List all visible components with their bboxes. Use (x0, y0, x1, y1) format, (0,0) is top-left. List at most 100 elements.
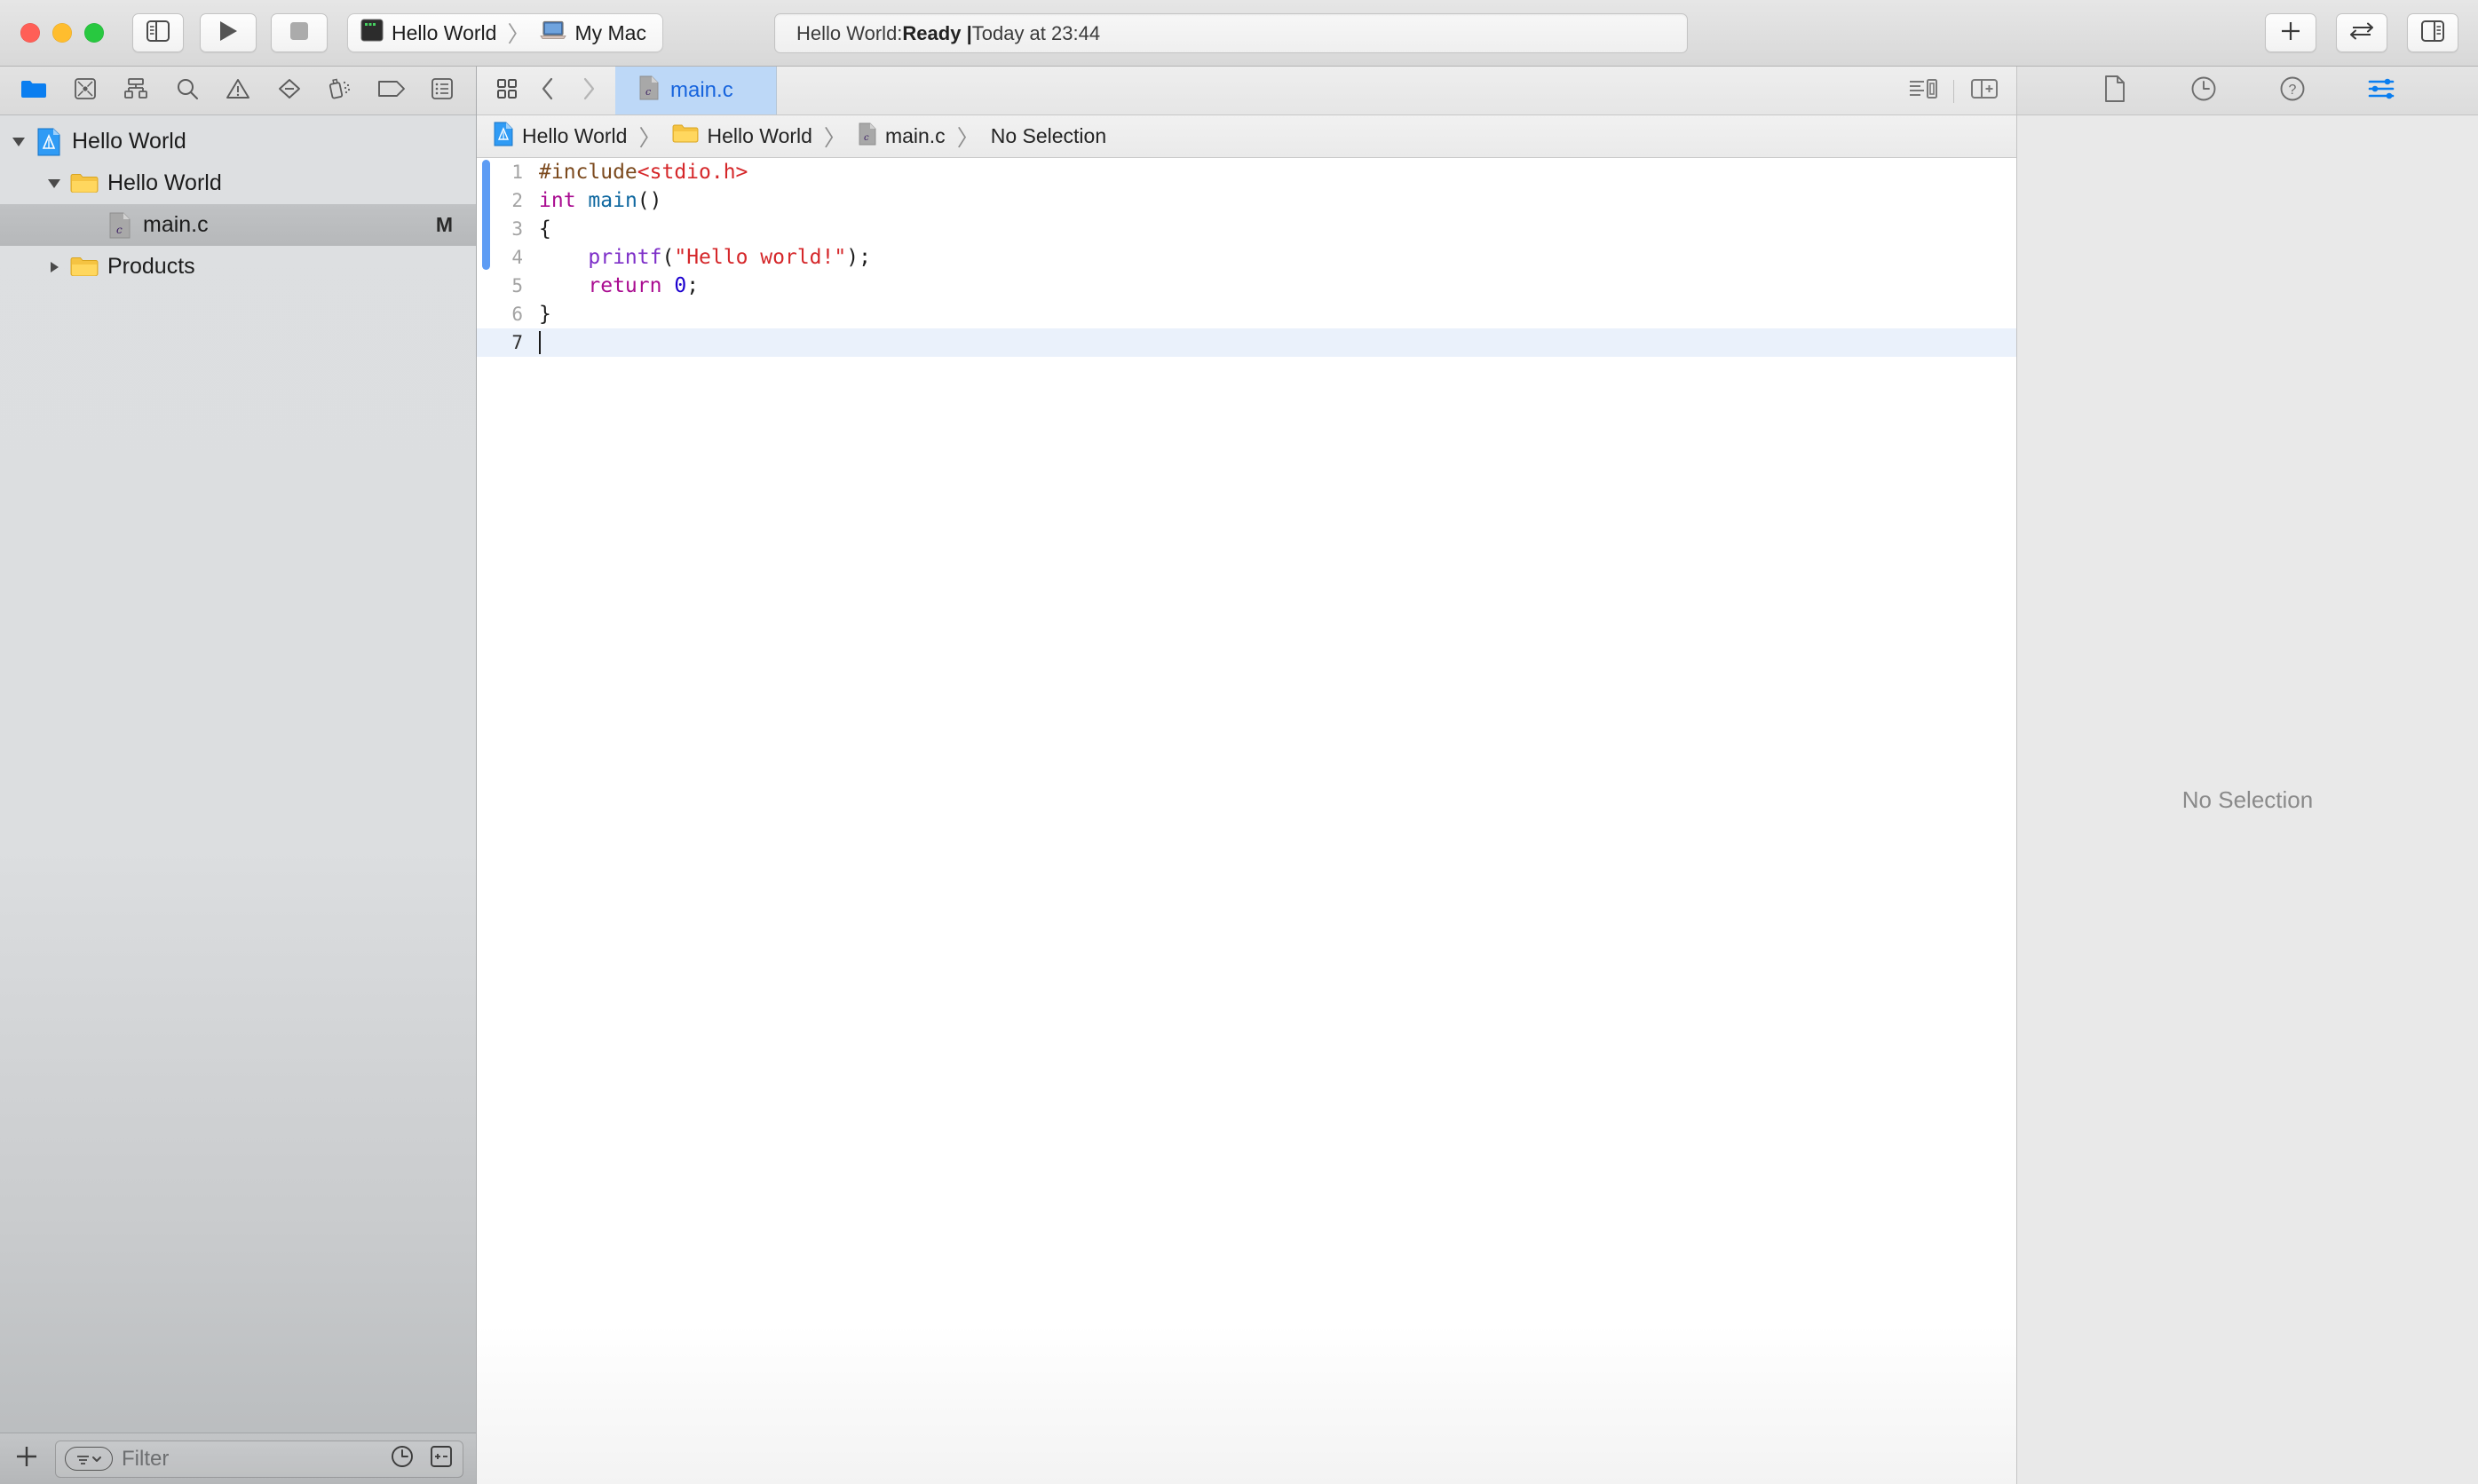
scheme-separator: 〉 (507, 22, 530, 47)
disclosure-triangle[interactable] (43, 261, 66, 272)
run-button[interactable] (200, 13, 257, 52)
help-inspector-tab[interactable]: ? (2273, 72, 2312, 109)
navigator-tab-project[interactable] (14, 73, 53, 108)
disclosure-triangle[interactable] (7, 137, 30, 146)
toolbar-divider (1953, 79, 1954, 103)
text-caret (539, 331, 541, 354)
code-text: printf("Hello world!"); (588, 246, 871, 269)
navigator-footer: Filter (0, 1433, 476, 1484)
hierarchy-icon (123, 77, 148, 105)
code-text: #include<stdio.h> (539, 161, 748, 184)
navigator-tab-issue[interactable] (218, 73, 257, 108)
inspector-panel: ? No Selection (2016, 67, 2478, 1484)
breadcrumb-item-selection[interactable]: No Selection (991, 124, 1106, 148)
forward-button[interactable] (571, 73, 606, 108)
navigator-tab-report[interactable] (423, 73, 462, 108)
back-button[interactable] (530, 73, 566, 108)
destination-name: My Mac (574, 20, 646, 44)
tree-row-label: Products (107, 254, 195, 279)
swap-editors-button[interactable] (2336, 13, 2387, 52)
folder-icon (69, 256, 99, 279)
editor-tab-tools (477, 67, 615, 114)
code-text (539, 331, 541, 354)
window-body: Hello World Hello World c main.c M Produ… (0, 67, 2478, 1484)
code-line[interactable]: 2 int main() (477, 186, 2016, 215)
stop-icon (289, 21, 309, 45)
toolbar-right-group (2265, 13, 2458, 52)
file-inspector-tab[interactable] (2095, 72, 2134, 109)
add-editor-icon (1970, 77, 1999, 105)
report-list-icon (431, 77, 454, 105)
filter-input[interactable]: Filter (55, 1440, 463, 1478)
navigator-tab-find[interactable] (168, 73, 207, 108)
folder-icon (672, 123, 699, 150)
svg-text:c: c (864, 133, 869, 143)
breadcrumb-separator: 〉 (823, 125, 846, 151)
svg-text:?: ? (2288, 83, 2296, 98)
plus-icon (14, 1444, 39, 1473)
add-editor-button[interactable] (1967, 74, 2002, 109)
source-control-changes-icon[interactable] (429, 1444, 454, 1473)
swap-arrows-icon (2347, 20, 2376, 47)
chevron-left-icon (539, 76, 557, 106)
line-number: 5 (511, 275, 523, 296)
line-number: 3 (511, 218, 523, 240)
code-line[interactable]: 7 (477, 328, 2016, 357)
code-text: return 0; (588, 274, 700, 297)
xcode-project-icon (493, 122, 514, 152)
code-line[interactable]: 1 #include<stdio.h> (477, 158, 2016, 186)
add-button[interactable] (2265, 13, 2316, 52)
sidebar-right-icon (2421, 20, 2444, 46)
navigator-toggle-button[interactable] (132, 13, 184, 52)
history-inspector-tab[interactable] (2184, 72, 2223, 109)
breadcrumb-separator: 〉 (956, 125, 979, 151)
add-file-button[interactable] (9, 1441, 44, 1477)
code-line[interactable]: 3{ (477, 215, 2016, 243)
disclosure-triangle[interactable] (43, 178, 66, 188)
breadcrumb: Hello World 〉 Hello World 〉 c main.c 〉 N… (477, 115, 2016, 158)
related-items-button[interactable] (489, 73, 525, 108)
inspector-tab-bar: ? (2017, 67, 2478, 115)
tree-row-file-mainc[interactable]: c main.c M (0, 204, 476, 246)
tree-row-label: Hello World (107, 170, 222, 195)
breadcrumb-item-group[interactable]: Hello World (672, 123, 812, 150)
filter-options-icon[interactable] (65, 1447, 113, 1471)
code-editor[interactable]: 1 #include<stdio.h> 2 int main() 3{4 printf(… (477, 158, 2016, 1484)
navigator-tab-source-control[interactable] (66, 73, 105, 108)
inspector-toggle-button[interactable] (2407, 13, 2458, 52)
zoom-button[interactable] (84, 23, 104, 43)
recent-files-icon[interactable] (390, 1444, 415, 1473)
play-icon (218, 20, 239, 47)
line-number: 6 (511, 304, 523, 325)
tree-row-project[interactable]: Hello World (0, 121, 476, 162)
stop-button[interactable] (271, 13, 328, 52)
spray-can-icon (327, 77, 353, 105)
navigator-tab-debug[interactable] (321, 73, 360, 108)
c-file-icon: c (105, 212, 135, 239)
editor-tab-mainc[interactable]: c main.c (615, 67, 777, 114)
attributes-inspector-tab[interactable] (2362, 72, 2401, 109)
tree-row-group-products[interactable]: Products (0, 246, 476, 288)
code-line[interactable]: 4 printf("Hello world!"); (477, 243, 2016, 272)
breadcrumb-item-project[interactable]: Hello World (493, 122, 627, 152)
code-text: { (539, 217, 551, 241)
editor-tab-bar: c main.c (477, 67, 2016, 115)
tree-row-group-helloworld[interactable]: Hello World (0, 162, 476, 204)
scheme-destination-selector[interactable]: Hello World 〉 My Mac (347, 13, 663, 52)
breadcrumb-item-file[interactable]: c main.c (858, 122, 946, 151)
minimize-button[interactable] (52, 23, 72, 43)
svg-text:c: c (645, 86, 651, 98)
navigator-tab-breakpoint[interactable] (372, 73, 411, 108)
sidebar-left-icon (146, 20, 170, 46)
navigator-tab-symbol[interactable] (116, 73, 155, 108)
navigator-tab-test[interactable] (270, 73, 309, 108)
minimap-toggle-button[interactable] (1905, 74, 1941, 109)
code-line[interactable]: 6} (477, 300, 2016, 328)
inspector-empty-message: No Selection (2181, 785, 2314, 813)
close-button[interactable] (20, 23, 40, 43)
code-text: } (539, 303, 551, 326)
status-prefix: Hello World: (796, 21, 903, 44)
status-bar[interactable]: Hello World: Ready | Today at 23:44 (774, 13, 1688, 53)
code-line[interactable]: 5 return 0; (477, 272, 2016, 300)
plus-icon (2279, 20, 2302, 47)
